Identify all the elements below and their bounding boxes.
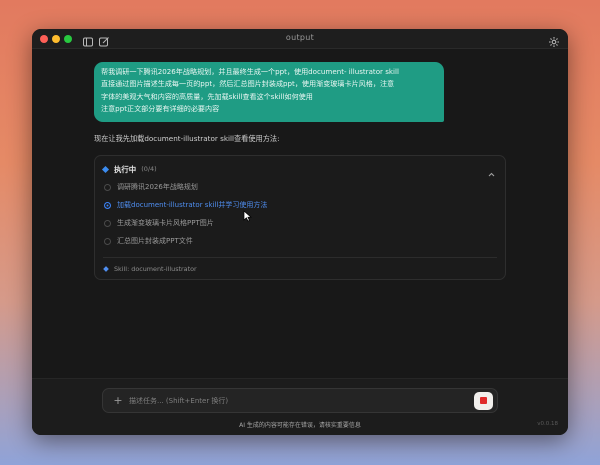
task-item[interactable]: 生成渐变玻璃卡片风格PPT图片 <box>104 218 214 228</box>
gear-icon[interactable] <box>548 33 560 47</box>
user-message-bubble: 帮我调研一下腾讯2026年战略规划，并且最终生成一个ppt，使用document… <box>94 62 444 122</box>
mouse-cursor-icon <box>243 207 253 222</box>
task-item[interactable]: 调研腾讯2026年战略规划 <box>104 182 198 192</box>
task-input-field[interactable]: + 描述任务... (Shift+Enter 换行) <box>102 388 498 413</box>
skill-diamond-icon <box>103 265 109 272</box>
message-line: 注意ppt正文部分要有详细的必要内容 <box>101 103 220 113</box>
plus-icon[interactable]: + <box>111 394 125 408</box>
message-line: 直接通过图片描述生成每一页的ppt，然后汇总图片封装成ppt，使用渐变玻璃卡片风… <box>101 79 395 89</box>
task-label: 汇总图片封装成PPT文件 <box>117 237 193 245</box>
task-status-icon <box>104 237 111 245</box>
panel-divider <box>103 257 497 258</box>
ai-disclaimer: AI 生成的内容可能存在错误，请核实重要信息 <box>239 422 361 429</box>
task-panel-title: 执行中 <box>114 164 137 174</box>
task-label: 调研腾讯2026年战略规划 <box>117 183 198 191</box>
composer-area: + 描述任务... (Shift+Enter 换行) AI 生成的内容可能存在错… <box>32 378 568 435</box>
chevron-up-icon[interactable] <box>487 164 496 177</box>
skill-name: Skill: document-illustrator <box>114 264 197 273</box>
message-line: 帮我调研一下腾讯2026年战略规划，并且最终生成一个ppt，使用document… <box>101 67 399 76</box>
app-window: output 帮我调研一下腾讯2026年战略规划，并且最终生成一个ppt，使用d… <box>32 29 568 435</box>
title-bar: output <box>32 29 568 49</box>
input-placeholder: 描述任务... (Shift+Enter 换行) <box>129 397 229 405</box>
task-count: (0/4) <box>141 165 157 173</box>
status-diamond-icon <box>101 165 110 173</box>
task-status-icon <box>104 183 111 191</box>
task-label: 生成渐变玻璃卡片风格PPT图片 <box>117 219 214 227</box>
window-title: output <box>285 33 315 42</box>
version-label: v0.0.18 <box>537 421 558 427</box>
task-panel-header[interactable]: 执行中 (0/4) <box>101 164 157 174</box>
message-line: 字体的美观大气和内容的高质量，先加载skill查看这个skill如何使用 <box>101 91 313 101</box>
task-item[interactable]: 汇总图片封装成PPT文件 <box>104 236 193 246</box>
assistant-intro-text: 现在让我先加载document-illustrator skill查看使用方法: <box>94 134 280 143</box>
task-panel: 执行中 (0/4) 调研腾讯2026年战略规划 加载document-illus… <box>94 155 506 280</box>
stop-icon <box>480 397 487 404</box>
skill-tag: Skill: document-illustrator <box>103 264 197 273</box>
task-status-icon <box>104 219 111 227</box>
stop-button[interactable] <box>474 392 493 410</box>
task-status-icon <box>104 201 111 209</box>
